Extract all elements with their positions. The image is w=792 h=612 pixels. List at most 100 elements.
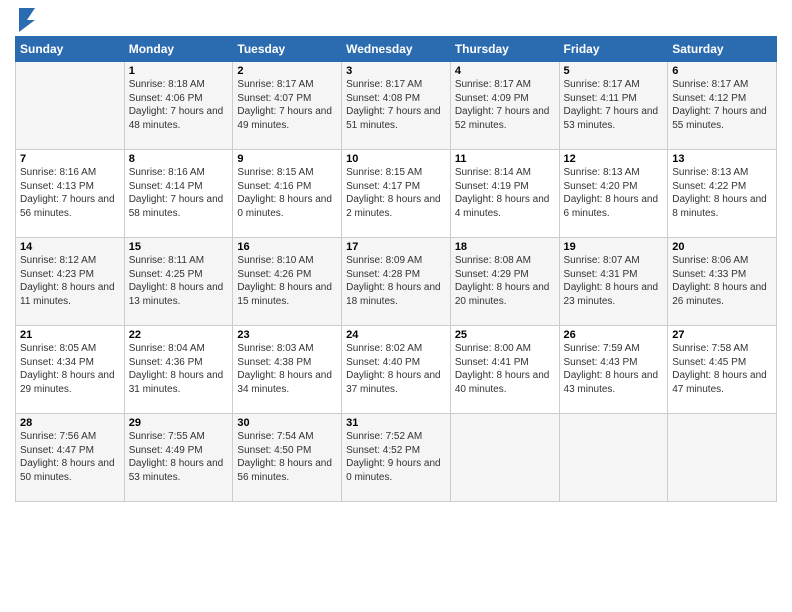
calendar-cell: 23Sunrise: 8:03 AMSunset: 4:38 PMDayligh… <box>233 326 342 414</box>
calendar-cell <box>450 414 559 502</box>
day-info: Sunrise: 8:05 AMSunset: 4:34 PMDaylight:… <box>20 342 120 396</box>
day-number: 20 <box>672 241 772 253</box>
day-info: Sunrise: 8:09 AMSunset: 4:28 PMDaylight:… <box>346 254 446 308</box>
calendar-cell <box>559 414 668 502</box>
calendar-cell: 27Sunrise: 7:58 AMSunset: 4:45 PMDayligh… <box>668 326 777 414</box>
calendar-cell: 4Sunrise: 8:17 AMSunset: 4:09 PMDaylight… <box>450 62 559 150</box>
day-info: Sunrise: 8:13 AMSunset: 4:20 PMDaylight:… <box>564 166 664 220</box>
calendar-cell: 11Sunrise: 8:14 AMSunset: 4:19 PMDayligh… <box>450 150 559 238</box>
day-info: Sunrise: 8:18 AMSunset: 4:06 PMDaylight:… <box>129 78 229 132</box>
week-row-3: 14Sunrise: 8:12 AMSunset: 4:23 PMDayligh… <box>16 238 777 326</box>
day-info: Sunrise: 8:17 AMSunset: 4:08 PMDaylight:… <box>346 78 446 132</box>
day-number: 7 <box>20 153 120 165</box>
calendar-cell: 25Sunrise: 8:00 AMSunset: 4:41 PMDayligh… <box>450 326 559 414</box>
day-info: Sunrise: 8:04 AMSunset: 4:36 PMDaylight:… <box>129 342 229 396</box>
calendar-cell: 19Sunrise: 8:07 AMSunset: 4:31 PMDayligh… <box>559 238 668 326</box>
day-info: Sunrise: 7:58 AMSunset: 4:45 PMDaylight:… <box>672 342 772 396</box>
day-number: 27 <box>672 329 772 341</box>
day-number: 5 <box>564 65 664 77</box>
day-info: Sunrise: 8:06 AMSunset: 4:33 PMDaylight:… <box>672 254 772 308</box>
day-number: 11 <box>455 153 555 165</box>
calendar-cell: 2Sunrise: 8:17 AMSunset: 4:07 PMDaylight… <box>233 62 342 150</box>
day-number: 15 <box>129 241 229 253</box>
calendar-cell: 16Sunrise: 8:10 AMSunset: 4:26 PMDayligh… <box>233 238 342 326</box>
day-info: Sunrise: 8:11 AMSunset: 4:25 PMDaylight:… <box>129 254 229 308</box>
day-number: 24 <box>346 329 446 341</box>
day-number: 13 <box>672 153 772 165</box>
day-number: 19 <box>564 241 664 253</box>
calendar-cell: 20Sunrise: 8:06 AMSunset: 4:33 PMDayligh… <box>668 238 777 326</box>
day-number: 14 <box>20 241 120 253</box>
calendar-cell: 13Sunrise: 8:13 AMSunset: 4:22 PMDayligh… <box>668 150 777 238</box>
day-info: Sunrise: 8:12 AMSunset: 4:23 PMDaylight:… <box>20 254 120 308</box>
day-number: 8 <box>129 153 229 165</box>
day-number: 18 <box>455 241 555 253</box>
logo <box>15 10 37 32</box>
day-number: 21 <box>20 329 120 341</box>
col-header-friday: Friday <box>559 37 668 62</box>
calendar-cell <box>668 414 777 502</box>
col-header-saturday: Saturday <box>668 37 777 62</box>
col-header-sunday: Sunday <box>16 37 125 62</box>
day-info: Sunrise: 8:03 AMSunset: 4:38 PMDaylight:… <box>237 342 337 396</box>
calendar-cell: 7Sunrise: 8:16 AMSunset: 4:13 PMDaylight… <box>16 150 125 238</box>
calendar-cell: 14Sunrise: 8:12 AMSunset: 4:23 PMDayligh… <box>16 238 125 326</box>
day-number: 9 <box>237 153 337 165</box>
day-info: Sunrise: 7:56 AMSunset: 4:47 PMDaylight:… <box>20 430 120 484</box>
week-row-2: 7Sunrise: 8:16 AMSunset: 4:13 PMDaylight… <box>16 150 777 238</box>
day-info: Sunrise: 8:02 AMSunset: 4:40 PMDaylight:… <box>346 342 446 396</box>
day-info: Sunrise: 8:13 AMSunset: 4:22 PMDaylight:… <box>672 166 772 220</box>
calendar-cell: 12Sunrise: 8:13 AMSunset: 4:20 PMDayligh… <box>559 150 668 238</box>
day-info: Sunrise: 8:14 AMSunset: 4:19 PMDaylight:… <box>455 166 555 220</box>
day-info: Sunrise: 7:55 AMSunset: 4:49 PMDaylight:… <box>129 430 229 484</box>
day-number: 3 <box>346 65 446 77</box>
day-info: Sunrise: 8:07 AMSunset: 4:31 PMDaylight:… <box>564 254 664 308</box>
calendar-cell <box>16 62 125 150</box>
day-number: 10 <box>346 153 446 165</box>
day-number: 26 <box>564 329 664 341</box>
calendar-cell: 29Sunrise: 7:55 AMSunset: 4:49 PMDayligh… <box>124 414 233 502</box>
day-number: 17 <box>346 241 446 253</box>
day-number: 4 <box>455 65 555 77</box>
day-info: Sunrise: 8:15 AMSunset: 4:17 PMDaylight:… <box>346 166 446 220</box>
calendar-cell: 26Sunrise: 7:59 AMSunset: 4:43 PMDayligh… <box>559 326 668 414</box>
day-info: Sunrise: 8:10 AMSunset: 4:26 PMDaylight:… <box>237 254 337 308</box>
calendar-cell: 24Sunrise: 8:02 AMSunset: 4:40 PMDayligh… <box>342 326 451 414</box>
day-number: 1 <box>129 65 229 77</box>
calendar-cell: 3Sunrise: 8:17 AMSunset: 4:08 PMDaylight… <box>342 62 451 150</box>
calendar-cell: 10Sunrise: 8:15 AMSunset: 4:17 PMDayligh… <box>342 150 451 238</box>
day-info: Sunrise: 8:15 AMSunset: 4:16 PMDaylight:… <box>237 166 337 220</box>
week-row-4: 21Sunrise: 8:05 AMSunset: 4:34 PMDayligh… <box>16 326 777 414</box>
day-number: 30 <box>237 417 337 429</box>
day-number: 29 <box>129 417 229 429</box>
col-header-thursday: Thursday <box>450 37 559 62</box>
day-info: Sunrise: 8:00 AMSunset: 4:41 PMDaylight:… <box>455 342 555 396</box>
day-info: Sunrise: 8:17 AMSunset: 4:07 PMDaylight:… <box>237 78 337 132</box>
calendar-cell: 31Sunrise: 7:52 AMSunset: 4:52 PMDayligh… <box>342 414 451 502</box>
day-number: 25 <box>455 329 555 341</box>
day-info: Sunrise: 8:17 AMSunset: 4:12 PMDaylight:… <box>672 78 772 132</box>
day-number: 22 <box>129 329 229 341</box>
calendar-cell: 28Sunrise: 7:56 AMSunset: 4:47 PMDayligh… <box>16 414 125 502</box>
col-header-wednesday: Wednesday <box>342 37 451 62</box>
day-number: 2 <box>237 65 337 77</box>
calendar-cell: 8Sunrise: 8:16 AMSunset: 4:14 PMDaylight… <box>124 150 233 238</box>
day-info: Sunrise: 8:17 AMSunset: 4:09 PMDaylight:… <box>455 78 555 132</box>
day-info: Sunrise: 7:54 AMSunset: 4:50 PMDaylight:… <box>237 430 337 484</box>
day-info: Sunrise: 8:17 AMSunset: 4:11 PMDaylight:… <box>564 78 664 132</box>
day-info: Sunrise: 7:59 AMSunset: 4:43 PMDaylight:… <box>564 342 664 396</box>
day-info: Sunrise: 8:16 AMSunset: 4:14 PMDaylight:… <box>129 166 229 220</box>
day-number: 31 <box>346 417 446 429</box>
calendar-cell: 17Sunrise: 8:09 AMSunset: 4:28 PMDayligh… <box>342 238 451 326</box>
col-header-monday: Monday <box>124 37 233 62</box>
calendar-cell: 5Sunrise: 8:17 AMSunset: 4:11 PMDaylight… <box>559 62 668 150</box>
calendar-table: SundayMondayTuesdayWednesdayThursdayFrid… <box>15 36 777 502</box>
calendar-cell: 1Sunrise: 8:18 AMSunset: 4:06 PMDaylight… <box>124 62 233 150</box>
calendar-cell: 9Sunrise: 8:15 AMSunset: 4:16 PMDaylight… <box>233 150 342 238</box>
day-info: Sunrise: 8:08 AMSunset: 4:29 PMDaylight:… <box>455 254 555 308</box>
calendar-cell: 15Sunrise: 8:11 AMSunset: 4:25 PMDayligh… <box>124 238 233 326</box>
calendar-cell: 30Sunrise: 7:54 AMSunset: 4:50 PMDayligh… <box>233 414 342 502</box>
day-info: Sunrise: 7:52 AMSunset: 4:52 PMDaylight:… <box>346 430 446 484</box>
day-number: 28 <box>20 417 120 429</box>
week-row-5: 28Sunrise: 7:56 AMSunset: 4:47 PMDayligh… <box>16 414 777 502</box>
